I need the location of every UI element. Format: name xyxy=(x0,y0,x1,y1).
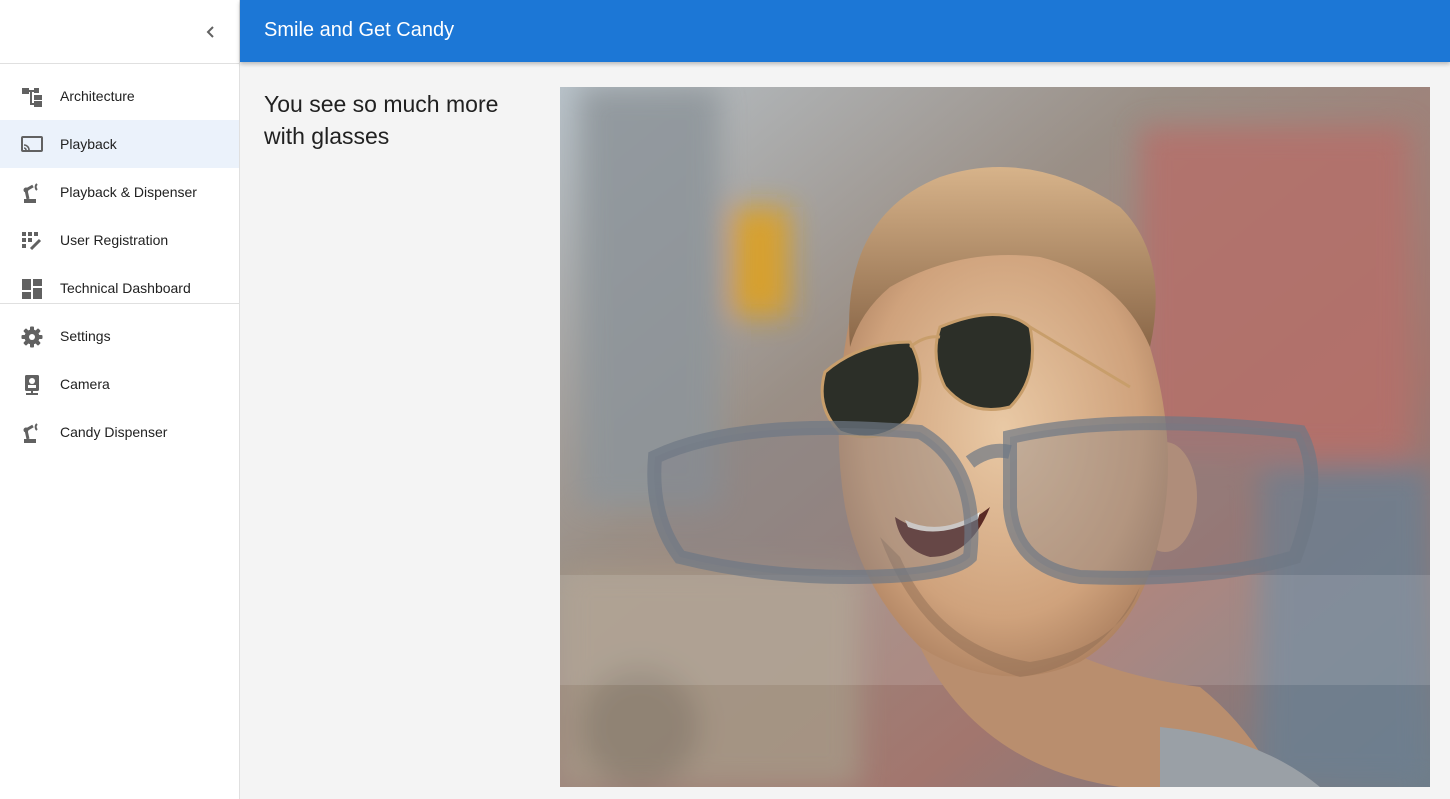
sidebar-item-camera[interactable]: Camera xyxy=(0,360,239,408)
gear-icon xyxy=(21,326,43,348)
sidebar-item-playback[interactable]: Playback xyxy=(0,120,239,168)
sidebar-item-technical-dashboard[interactable]: Technical Dashboard xyxy=(0,264,239,312)
sidebar-item-label: Camera xyxy=(60,376,110,392)
sidebar-item-candy-dispenser[interactable]: Candy Dispenser xyxy=(0,408,239,456)
app-root: Architecture Playback Playback & Dispens… xyxy=(0,0,1450,799)
sidebar-item-playback-dispenser[interactable]: Playback & Dispenser xyxy=(0,168,239,216)
playback-photo xyxy=(560,87,1430,787)
dashboard-icon xyxy=(22,279,42,299)
camera-icon xyxy=(25,375,39,395)
user-registration-icon xyxy=(22,232,42,251)
sidebar-item-label: Playback xyxy=(60,136,117,152)
architecture-icon xyxy=(22,88,42,107)
playback-photo-illustration xyxy=(560,87,1430,787)
robot-arm-icon xyxy=(23,423,38,443)
sidebar-item-label: Settings xyxy=(60,328,111,344)
robot-arm-icon xyxy=(23,183,38,203)
page-headline: You see so much more with glasses xyxy=(264,91,499,149)
sidebar-item-label: Playback & Dispenser xyxy=(60,184,197,200)
collapse-sidebar-button[interactable] xyxy=(196,17,226,47)
app-bar: Smile and Get Candy xyxy=(240,0,1450,62)
chevron-left-icon xyxy=(206,26,214,38)
sidebar-item-label: Candy Dispenser xyxy=(60,424,168,440)
sidebar-item-user-registration[interactable]: User Registration xyxy=(0,216,239,264)
sidebar-header xyxy=(0,0,239,64)
nav-group-devices: Settings Camera Candy Dispenser xyxy=(0,304,239,464)
app-title: Smile and Get Candy xyxy=(264,19,455,41)
sidebar-item-label: User Registration xyxy=(60,232,169,248)
cast-screen-icon xyxy=(21,136,43,152)
sidebar-item-label: Technical Dashboard xyxy=(60,280,191,296)
sidebar-item-label: Architecture xyxy=(60,88,135,104)
sidebar-item-architecture[interactable]: Architecture xyxy=(0,72,239,120)
sidebar: Architecture Playback Playback & Dispens… xyxy=(0,0,240,799)
sidebar-item-settings[interactable]: Settings xyxy=(0,312,239,360)
nav-group-main: Architecture Playback Playback & Dispens… xyxy=(0,64,239,304)
